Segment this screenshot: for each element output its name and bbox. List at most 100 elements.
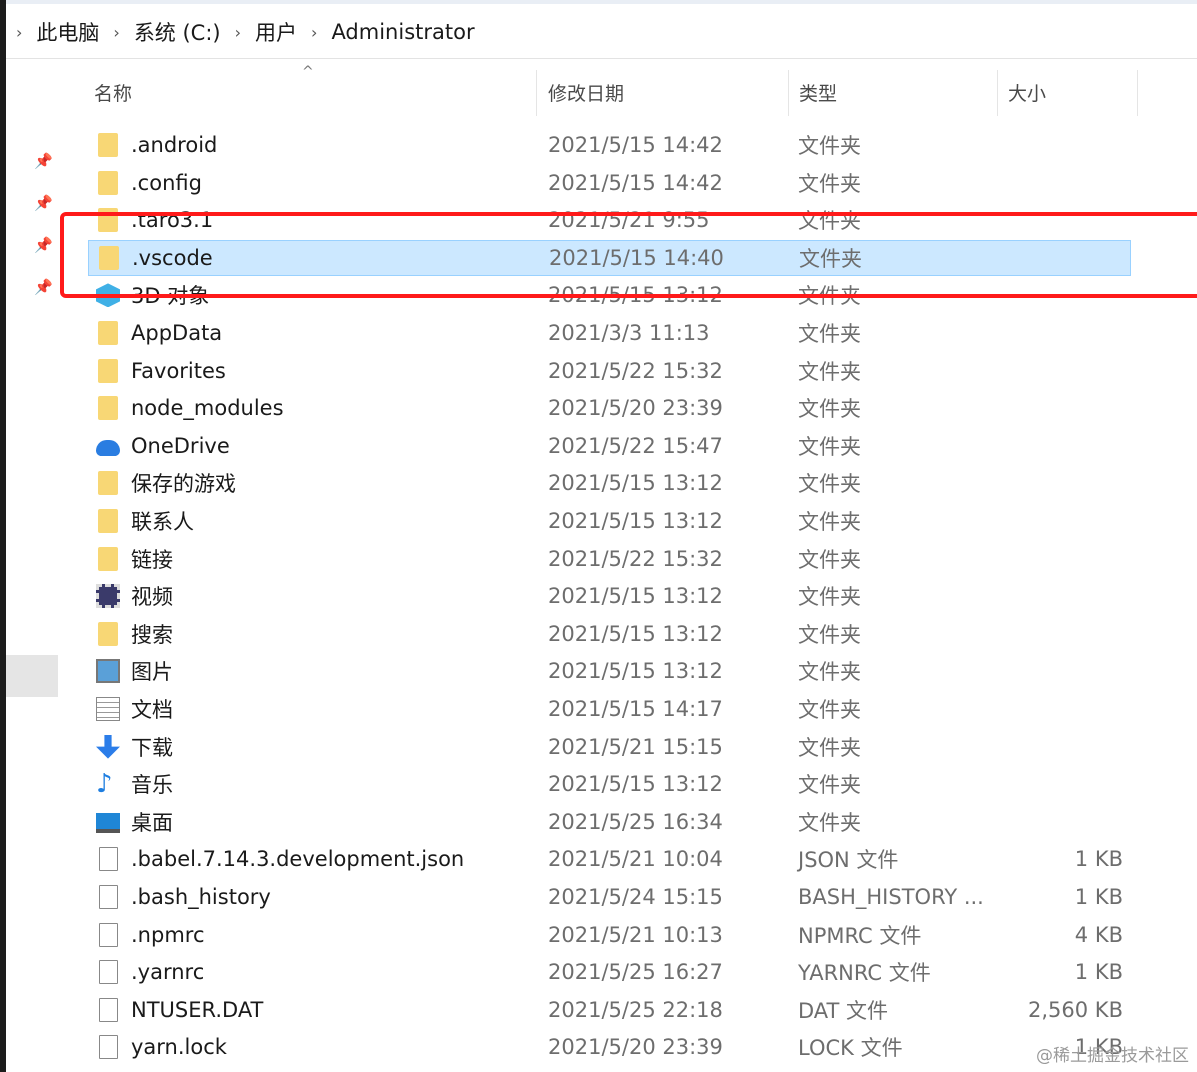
folder-row[interactable]: 搜索 2021/5/15 13:12 文件夹 [88,616,1131,652]
watermark: @稀土掘金技术社区 [1036,1046,1189,1066]
folder-row[interactable]: 视频 2021/5/15 13:12 文件夹 [88,578,1131,614]
modified-date: 2021/5/15 13:12 [548,471,723,496]
file-name: node_modules [131,396,284,421]
chevron-right-icon[interactable]: › [113,23,119,42]
file-type: 文件夹 [798,322,861,346]
folder-row[interactable]: OneDrive 2021/5/22 15:47 文件夹 [88,428,1131,464]
sort-ascending-icon: ^ [302,64,314,80]
file-type: NPMRC 文件 [798,923,922,948]
column-header-size-label: 大小 [1008,82,1047,105]
modified-date: 2021/5/25 16:27 [548,960,723,985]
cloud-icon [96,439,120,456]
file-name: .android [131,133,218,157]
file-name: Favorites [131,358,226,383]
file-type: 文件夹 [798,622,861,647]
file-type: 文件夹 [798,698,861,722]
file-row[interactable]: .yarnrc 2021/5/25 16:27 YARNRC 文件 1 KB [88,954,1131,990]
modified-date: 2021/5/15 13:12 [548,509,723,533]
music-icon: ♪ [96,769,113,800]
folder-row[interactable]: node_modules 2021/5/20 23:39 文件夹 [88,390,1131,426]
highlight-annotation-box [60,212,1197,298]
file-type: 文件夹 [798,171,861,196]
folder-row[interactable]: .android 2021/5/15 14:42 文件夹 [88,127,1131,163]
column-header-date[interactable]: 修改日期 [538,60,788,124]
folder-row[interactable]: 保存的游戏 2021/5/15 13:12 文件夹 [88,465,1131,501]
column-header-type[interactable]: 类型 [789,60,997,124]
modified-date: 2021/5/22 15:47 [548,433,723,458]
file-name: 音乐 [131,773,173,798]
folder-row[interactable]: Favorites 2021/5/22 15:32 文件夹 [88,353,1131,389]
folder-icon [98,321,118,345]
column-divider[interactable] [536,70,537,116]
ribbon-edge [6,0,1197,4]
file-row[interactable]: NTUSER.DAT 2021/5/25 22:18 DAT 文件 2,560 KB [88,992,1131,1028]
breadcrumb-this-pc[interactable]: 此电脑 [36,17,99,47]
modified-date: 2021/5/21 15:15 [548,734,723,759]
folder-row[interactable]: .config 2021/5/15 14:42 文件夹 [88,165,1131,201]
file-type: YARNRC 文件 [798,961,931,986]
file-name: 下载 [131,735,173,760]
file-row[interactable]: .npmrc 2021/5/21 10:13 NPMRC 文件 4 KB [88,917,1131,953]
file-icon [99,1035,118,1060]
file-name: NTUSER.DAT [131,997,264,1022]
file-name: yarn.lock [131,1035,227,1060]
chevron-right-icon[interactable]: › [235,23,241,42]
folder-row[interactable]: 文档 2021/5/15 14:17 文件夹 [88,691,1131,727]
modified-date: 2021/5/22 15:32 [548,358,723,383]
modified-date: 2021/5/20 23:39 [548,396,723,421]
modified-date: 2021/5/21 10:13 [548,922,723,947]
file-row[interactable]: yarn.lock 2021/5/20 23:39 LOCK 文件 1 KB [88,1029,1131,1065]
file-name: OneDrive [131,433,230,458]
file-name: 视频 [131,585,173,610]
file-name: .yarnrc [131,960,205,985]
file-name: 图片 [131,660,173,685]
breadcrumb-users[interactable]: 用户 [255,17,297,47]
modified-date: 2021/3/3 11:13 [548,321,710,345]
navigation-pane: 📌 📌 📌 📌 [6,60,58,1072]
folder-row[interactable]: 下载 2021/5/21 15:15 文件夹 [88,729,1131,765]
folder-row[interactable]: 桌面 2021/5/25 16:34 文件夹 [88,804,1131,840]
search-folder-icon [98,621,118,646]
file-row[interactable]: .babel.7.14.3.development.json 2021/5/21 … [88,841,1131,877]
column-header-name-label: 名称 [94,82,133,105]
pin-icon[interactable]: 📌 [34,194,53,212]
pin-icon[interactable]: 📌 [34,278,53,296]
file-size: 1 KB [1074,960,1123,985]
folder-row[interactable]: ♪ 音乐 2021/5/15 13:12 文件夹 [88,766,1131,802]
modified-date: 2021/5/15 14:42 [548,170,723,195]
modified-date: 2021/5/15 14:17 [548,697,723,721]
pin-icon[interactable]: 📌 [34,152,53,170]
breadcrumb-system-drive[interactable]: 系统 (C:) [134,17,221,47]
address-bar[interactable]: › 此电脑 › 系统 (C:) › 用户 › Administrator [6,6,1197,59]
nav-pane-selected-item[interactable] [6,655,58,697]
file-name: 联系人 [131,510,194,534]
file-icon [99,960,118,985]
column-divider[interactable] [1137,70,1138,116]
folder-icon [98,170,118,195]
file-type: 文件夹 [798,472,861,497]
folder-icon [98,396,118,421]
pictures-icon [96,659,120,684]
pin-icon[interactable]: 📌 [34,236,53,254]
file-type: DAT 文件 [798,998,889,1023]
folder-row[interactable]: AppData 2021/3/3 11:13 文件夹 [88,315,1131,351]
file-row[interactable]: .bash_history 2021/5/24 15:15 BASH_HISTORY… [88,879,1131,915]
file-size: 2,560 KB [1028,997,1123,1022]
video-icon [96,584,120,609]
file-type: 文件夹 [798,585,861,610]
file-type: 文件夹 [798,810,861,835]
file-name: 搜索 [131,622,173,647]
modified-date: 2021/5/25 16:34 [548,809,723,834]
folder-row[interactable]: 联系人 2021/5/15 13:12 文件夹 [88,503,1131,539]
links-icon [98,546,118,571]
chevron-right-icon[interactable]: › [311,23,317,42]
breadcrumb-administrator[interactable]: Administrator [331,20,474,44]
folder-row[interactable]: 图片 2021/5/15 13:12 文件夹 [88,653,1131,689]
file-type: 文件夹 [798,359,861,384]
folder-row[interactable]: 链接 2021/5/22 15:32 文件夹 [88,541,1131,577]
file-size: 4 KB [1074,922,1123,947]
chevron-right-icon[interactable]: › [16,23,22,42]
file-type: BASH_HISTORY ... [798,885,984,909]
modified-date: 2021/5/15 13:12 [548,659,723,684]
column-header-size[interactable]: 大小 [998,60,1138,124]
